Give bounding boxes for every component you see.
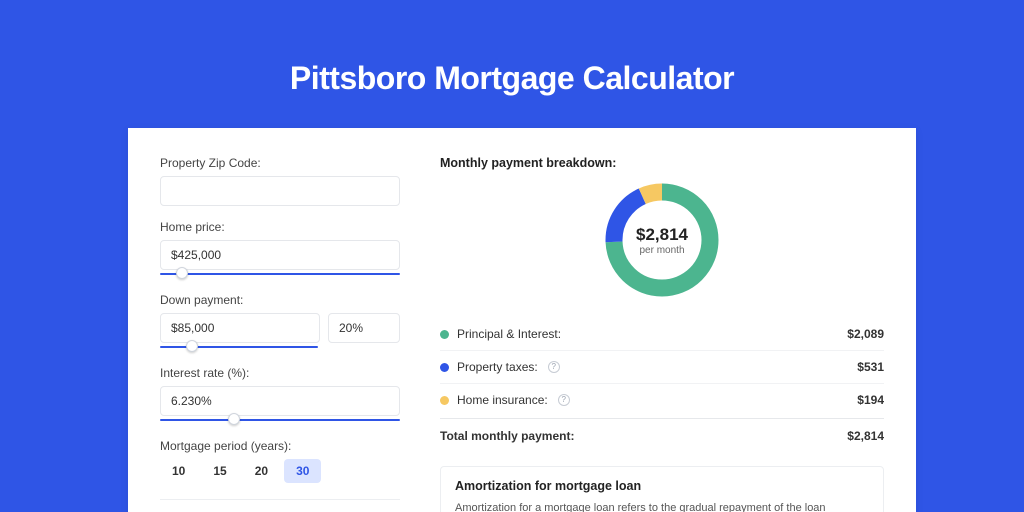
breakdown-value: $194 [857, 393, 884, 407]
breakdown-label: Home insurance: [457, 393, 548, 407]
period-segmented: 10152030 [160, 459, 400, 483]
total-label: Total monthly payment: [440, 429, 574, 443]
home-price-input[interactable] [160, 240, 400, 270]
down-payment-label: Down payment: [160, 293, 400, 307]
period-option-20[interactable]: 20 [243, 459, 280, 483]
divider [160, 499, 400, 500]
down-payment-field: Down payment: [160, 293, 400, 352]
breakdown-label: Principal & Interest: [457, 327, 561, 341]
calculator-panel: Property Zip Code: Home price: Down paym… [128, 128, 916, 512]
zip-label: Property Zip Code: [160, 156, 400, 170]
donut-chart: $2,814 per month [602, 180, 722, 300]
interest-rate-label: Interest rate (%): [160, 366, 400, 380]
zip-input[interactable] [160, 176, 400, 206]
legend-dot [440, 396, 449, 405]
form-column: Property Zip Code: Home price: Down paym… [160, 156, 400, 512]
amortization-title: Amortization for mortgage loan [455, 479, 869, 493]
amortization-text: Amortization for a mortgage loan refers … [455, 501, 869, 512]
down-payment-slider[interactable] [160, 342, 318, 352]
amortization-card: Amortization for mortgage loan Amortizat… [440, 466, 884, 512]
home-price-slider[interactable] [160, 269, 400, 279]
period-option-15[interactable]: 15 [201, 459, 238, 483]
period-label: Mortgage period (years): [160, 439, 400, 453]
page-title: Pittsboro Mortgage Calculator [0, 0, 1024, 127]
interest-rate-slider-thumb[interactable] [228, 413, 240, 425]
info-icon[interactable]: ? [558, 394, 570, 406]
total-value: $2,814 [847, 429, 884, 443]
interest-rate-slider[interactable] [160, 415, 400, 425]
period-option-10[interactable]: 10 [160, 459, 197, 483]
interest-rate-field: Interest rate (%): [160, 366, 400, 425]
breakdown-value: $531 [857, 360, 884, 374]
donut-amount: $2,814 [636, 225, 688, 245]
total-row: Total monthly payment: $2,814 [440, 418, 884, 452]
breakdown-rows: Principal & Interest: $2,089 Property taxe… [440, 318, 884, 416]
down-pct-input[interactable] [328, 313, 400, 343]
breakdown-row: Home insurance:? $194 [440, 384, 884, 416]
breakdown-row: Property taxes:? $531 [440, 351, 884, 384]
donut-sub: per month [639, 245, 684, 256]
home-price-field: Home price: [160, 220, 400, 279]
zip-field: Property Zip Code: [160, 156, 400, 206]
home-price-slider-thumb[interactable] [176, 267, 188, 279]
period-field: Mortgage period (years): 10152030 [160, 439, 400, 483]
legend-dot [440, 330, 449, 339]
down-payment-slider-thumb[interactable] [186, 340, 198, 352]
breakdown-value: $2,089 [847, 327, 884, 341]
breakdown-label: Property taxes: [457, 360, 538, 374]
home-price-label: Home price: [160, 220, 400, 234]
down-amount-input[interactable] [160, 313, 320, 343]
period-option-30[interactable]: 30 [284, 459, 321, 483]
breakdown-column: Monthly payment breakdown: $2,814 per mo… [440, 156, 884, 512]
legend-dot [440, 363, 449, 372]
breakdown-row: Principal & Interest: $2,089 [440, 318, 884, 351]
breakdown-heading: Monthly payment breakdown: [440, 156, 884, 170]
info-icon[interactable]: ? [548, 361, 560, 373]
interest-rate-input[interactable] [160, 386, 400, 416]
